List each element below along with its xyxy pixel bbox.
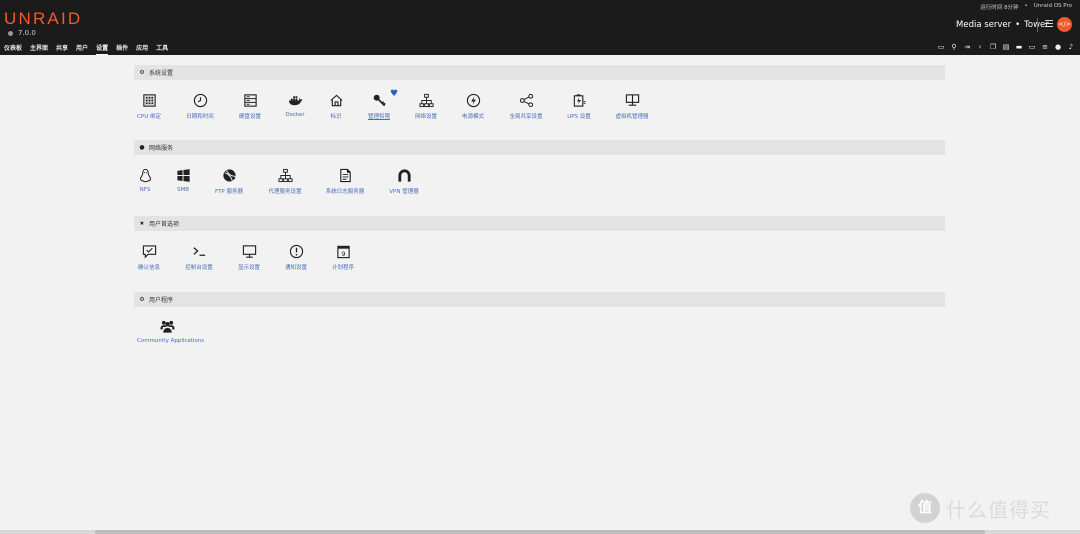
console-icon [192,247,205,256]
feedback-icon[interactable]: ▭ [937,43,945,51]
separator-dot: • [1015,20,1021,30]
section-system-settings: ⚙ 系统设置 [134,65,945,80]
key-icon [373,94,386,107]
calendar-icon: 9 [336,245,350,258]
star-icon: ★ [139,220,145,227]
tile-syslog-server[interactable]: 系统日志服务器 [315,168,375,195]
monitor-icon[interactable]: ▭ [1028,43,1036,51]
log-icon[interactable]: ▤ [1002,43,1010,51]
proxy-icon [277,168,293,183]
tile-ups-settings[interactable]: UPS 设置 [549,93,609,120]
nav-icon-bar: ▭ ⚲ ⇥ › ❐ ▤ ▬ ▭ ≡ ● ♪ [937,43,1075,51]
tile-label: 电源模式 [461,114,484,120]
nav-item-users[interactable]: 用户 [76,43,88,55]
tile-scheduler[interactable]: 9 计划程序 [313,244,373,271]
terminal-icon[interactable]: › [976,43,984,51]
power-icon [466,93,480,108]
watermark: 值 什么值得买 [910,493,1051,523]
battery-icon [573,94,586,107]
svg-text:9: 9 [341,250,345,258]
community-icon [159,320,175,333]
notes-icon[interactable]: ≡ [1041,43,1049,51]
display-icon [242,245,256,258]
section-user-preferences: ★ 用户首选项 [134,216,945,231]
info-icon[interactable]: ● [1054,43,1062,51]
section-network-services: ● 网络服务 [134,140,945,155]
watermark-badge: 值 [910,493,940,523]
server-info: Media server • Tower [956,20,1049,30]
gears-icon: ⚙ [139,296,145,303]
nav-item-dashboard[interactable]: 仪表板 [4,43,22,55]
syslog-icon [339,168,351,183]
copy-icon[interactable]: ❐ [989,43,997,51]
notify-icon [289,244,303,259]
section-title: 用户首选项 [149,221,180,228]
tile-vpn-manager[interactable]: VPN 管理器 [374,168,434,195]
avatar[interactable]: </> [1057,17,1072,32]
nav-item-plugins[interactable]: 插件 [116,43,128,55]
tile-power-mode[interactable]: 电源模式 [443,93,503,120]
tile-label: 代理服务设置 [268,189,302,195]
section-title: 网络服务 [149,145,174,152]
scrollbar-thumb[interactable] [95,530,985,534]
separator-dot: • [1024,3,1028,9]
tile-global-share-settings[interactable]: 全局共享设置 [496,93,556,120]
nav-item-main[interactable]: 主界面 [30,43,48,55]
display-icon[interactable]: ▬ [1015,43,1023,51]
tile-label: UPS 设置 [567,114,591,120]
globe-icon: ● [139,144,145,151]
gear-icon: ⚙ [139,69,145,76]
nav-item-apps[interactable]: 应用 [136,43,148,55]
section-user-utilities: ⚙ 用户程序 [134,292,945,307]
tile-vm-manager[interactable]: 虚拟机管理器 [602,93,662,120]
version-text: 7.0.0 [18,29,36,37]
windows-icon [176,169,190,182]
clock-icon [193,93,207,108]
network-icon [418,93,434,108]
tile-label: 计划程序 [331,265,354,271]
disk-icon [243,94,257,107]
main-nav: 仪表板 主界面 共享 用户 设置 插件 应用 工具 [4,43,176,55]
tile-community-applications[interactable]: Community Applications [137,319,205,344]
nav-item-settings[interactable]: 设置 [96,43,109,55]
watermark-text: 什么值得买 [946,497,1051,522]
unraid-logo[interactable]: UNRAID [4,9,82,29]
menu-icon[interactable] [1045,20,1053,29]
vpn-icon [397,169,411,182]
home-icon [329,94,343,107]
linux-icon [139,168,151,183]
nav-item-tools[interactable]: 工具 [156,43,168,55]
search-icon[interactable]: ⚲ [950,43,958,51]
vm-icon [625,94,639,106]
tile-label: 虚拟机管理器 [615,114,649,120]
header-divider [1037,18,1038,32]
tile-label: 系统日志服务器 [325,189,365,195]
section-title: 用户程序 [149,297,174,304]
top-header: UNRAID 7.0.0 运行时间 8分钟 • Unraid OS Pro Me… [0,0,1080,55]
uptime-text: 运行时间 8分钟 [980,5,1019,11]
tile-label: 全局共享设置 [509,114,543,120]
status-dot-icon [8,30,13,36]
tile-label: VPN 管理器 [389,189,419,195]
logout-icon[interactable]: ⇥ [963,43,971,51]
nav-item-shares[interactable]: 共享 [56,43,68,55]
tile-proxy-settings[interactable]: 代理服务设置 [255,168,315,195]
share-icon [519,93,533,108]
edition-text[interactable]: Unraid OS Pro [1034,3,1072,11]
confirm-icon [142,245,156,259]
docker-icon [288,96,303,106]
tile-label: Community Applications [137,338,205,344]
cpu-icon [142,94,156,107]
version-label: 7.0.0 [8,29,36,37]
tile-ftp-server[interactable]: FTP 服务器 [199,168,259,195]
server-name: Media server [956,20,1012,30]
section-title: 系统设置 [149,70,174,77]
tile-label: FTP 服务器 [215,189,243,195]
system-status: 运行时间 8分钟 • Unraid OS Pro [980,3,1072,11]
bell-icon[interactable]: ♪ [1067,43,1075,51]
horizontal-scrollbar[interactable] [0,530,1080,534]
ftp-icon [222,169,236,182]
